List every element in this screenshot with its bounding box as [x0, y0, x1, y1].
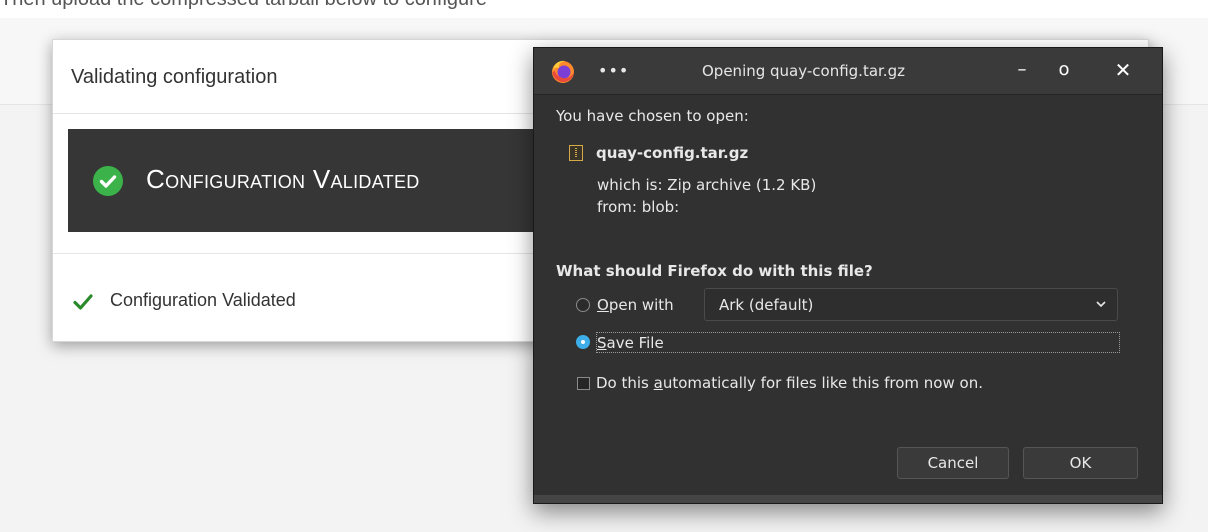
which-is-value: Zip archive (1.2 KB)	[667, 176, 817, 194]
file-source-row: from: blob:	[597, 198, 679, 216]
save-file-mnemonic: S	[597, 334, 607, 352]
auto-rest: utomatically for files like this from no…	[662, 374, 983, 392]
from-label: from:	[597, 198, 637, 216]
application-select-value: Ark (default)	[719, 296, 814, 314]
save-file-option[interactable]: Save File	[596, 332, 1120, 353]
checkmark-icon	[73, 294, 93, 310]
save-file-radio[interactable]	[576, 335, 590, 349]
open-with-radio[interactable]	[576, 298, 590, 312]
file-name: quay-config.tar.gz	[596, 144, 749, 162]
which-is-label: which is:	[597, 176, 663, 194]
auto-action-checkbox[interactable]	[577, 377, 590, 390]
menu-button[interactable]: •••	[598, 61, 629, 80]
file-type-row: which is: Zip archive (1.2 KB)	[597, 176, 816, 194]
dialog-title: Opening quay-config.tar.gz	[702, 62, 905, 80]
check-circle-icon	[93, 166, 123, 196]
ok-button[interactable]: OK	[1023, 447, 1138, 479]
page-top-strip: Then upload the compressed tarball below…	[0, 0, 1208, 18]
minimize-button[interactable]: –	[1010, 58, 1034, 82]
close-button[interactable]: ✕	[1111, 58, 1135, 82]
file-archive-icon	[569, 145, 583, 161]
open-with-rest: pen with	[608, 296, 674, 314]
page-top-text: Then upload the compressed tarball below…	[0, 0, 487, 11]
open-with-mnemonic: O	[597, 296, 609, 314]
download-dialog: ••• Opening quay-config.tar.gz – o ✕ You…	[533, 47, 1163, 504]
save-file-label: Save File	[597, 334, 664, 352]
open-with-label[interactable]: Open with	[597, 296, 674, 314]
save-file-rest: ave File	[606, 334, 664, 352]
action-question: What should Firefox do with this file?	[556, 262, 873, 280]
chosen-label: You have chosen to open:	[556, 107, 749, 125]
dialog-titlebar[interactable]: ••• Opening quay-config.tar.gz – o ✕	[534, 48, 1162, 95]
banner-text: Configuration Validated	[146, 164, 420, 194]
chevron-down-icon	[1096, 301, 1106, 308]
status-text: Configuration Validated	[110, 290, 296, 310]
maximize-button[interactable]: o	[1052, 58, 1076, 82]
auto-mnemonic: a	[653, 374, 663, 392]
from-value: blob:	[641, 198, 680, 216]
modal-title: Validating configuration	[71, 66, 278, 88]
firefox-logo-icon	[552, 60, 574, 83]
dialog-bottom-border	[534, 495, 1162, 503]
application-select[interactable]: Ark (default)	[704, 288, 1118, 321]
auto-prefix: Do this	[596, 374, 654, 392]
cancel-button[interactable]: Cancel	[897, 447, 1009, 479]
auto-action-label[interactable]: Do this automatically for files like thi…	[596, 374, 983, 392]
